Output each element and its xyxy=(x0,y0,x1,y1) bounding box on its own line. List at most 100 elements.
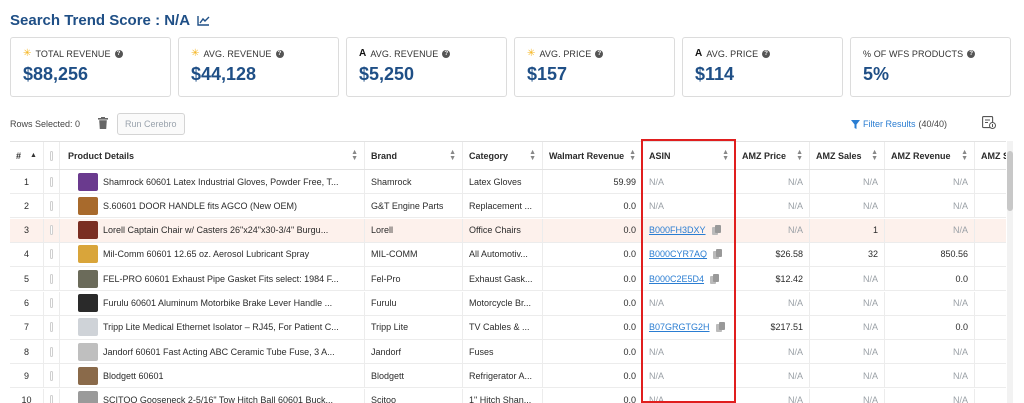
product-thumbnail[interactable] xyxy=(78,391,98,403)
row-checkbox[interactable] xyxy=(50,346,53,357)
product-name[interactable]: Jandorf 60601 Fast Acting ABC Ceramic Tu… xyxy=(103,347,335,357)
asin-link[interactable]: B000C2E5D4 xyxy=(649,274,704,284)
copy-icon[interactable] xyxy=(711,225,721,236)
product-details: Jandorf 60601 Fast Acting ABC Ceramic Tu… xyxy=(60,340,365,364)
col-header-amz-revenue[interactable]: AMZ Revenue ▲ ▼ xyxy=(885,142,975,169)
table-row[interactable]: 6 Furulu 60601 Aluminum Motorbike Brake L… xyxy=(10,291,1006,316)
col-header-amz-s[interactable]: AMZ S xyxy=(975,142,1006,169)
product-thumbnail[interactable] xyxy=(78,196,98,215)
table-row[interactable]: 1 Shamrock 60601 Latex Industrial Gloves,… xyxy=(10,170,1006,194)
row-checkbox[interactable] xyxy=(50,225,53,236)
col-label: AMZ Revenue xyxy=(891,150,951,161)
product-name[interactable]: Mil-Comm 60601 12.65 oz. Aerosol Lubrica… xyxy=(103,249,309,259)
walmart-revenue-cell-value: 0.0 xyxy=(623,346,636,357)
vertical-scrollbar[interactable] xyxy=(1007,141,1013,403)
col-header-amz-price[interactable]: AMZ Price ▲ ▼ xyxy=(736,142,810,169)
row-checkbox[interactable] xyxy=(50,370,53,381)
row-index-value: 2 xyxy=(23,200,29,211)
table-row[interactable]: 7 Tripp Lite Medical Ethernet Isolator – … xyxy=(10,315,1006,340)
line-chart-icon[interactable] xyxy=(197,15,210,26)
product-thumbnail[interactable] xyxy=(78,294,98,312)
row-checkbox[interactable] xyxy=(50,395,53,403)
product-thumbnail[interactable] xyxy=(78,366,98,385)
filter-results-button[interactable]: Filter Results (40/40) xyxy=(851,119,947,129)
col-header-index[interactable]: # ▲ xyxy=(10,142,44,169)
col-header-category[interactable]: Category ▲ ▼ xyxy=(463,142,543,169)
help-icon[interactable]: ? xyxy=(114,50,123,58)
row-checkbox[interactable] xyxy=(50,273,53,284)
card-avg-revenue-walmart: ✳ AVG. REVENUE? $44,128 xyxy=(178,37,339,97)
row-checkbox[interactable] xyxy=(50,249,53,260)
asin-value: N/A xyxy=(649,298,665,308)
product-thumbnail[interactable] xyxy=(78,221,98,240)
select-all-checkbox[interactable] xyxy=(50,150,53,161)
help-icon[interactable]: ? xyxy=(275,50,284,58)
amz-sales-cell: 32 xyxy=(810,242,885,266)
asin-cell: B000C2E5D4 xyxy=(643,267,736,291)
walmart-revenue-cell: 0.0 xyxy=(543,242,643,266)
row-checkbox[interactable] xyxy=(50,322,53,333)
product-thumbnail[interactable] xyxy=(78,245,98,264)
product-name[interactable]: Shamrock 60601 Latex Industrial Gloves, … xyxy=(103,177,338,187)
scrollbar-thumb[interactable] xyxy=(1007,151,1013,211)
row-checkbox[interactable] xyxy=(50,200,53,211)
table-row[interactable]: 8 Jandorf 60601 Fast Acting ABC Ceramic T… xyxy=(10,340,1006,365)
col-header-amz-sales[interactable]: AMZ Sales ▲ ▼ xyxy=(810,142,885,169)
col-header-walmart-revenue[interactable]: Walmart Revenue ▲ ▼ xyxy=(543,142,643,169)
row-checkbox-cell xyxy=(44,364,60,388)
product-name[interactable]: Lorell Captain Chair w/ Casters 26"x24"x… xyxy=(103,225,328,235)
copy-icon[interactable] xyxy=(715,322,725,333)
walmart-revenue-cell: 0.0 xyxy=(543,364,643,388)
amz-sales-cell: N/A xyxy=(810,194,885,218)
product-thumbnail[interactable] xyxy=(78,342,98,361)
help-icon[interactable]: ? xyxy=(967,50,976,58)
table-row[interactable]: 3 Lorell Captain Chair w/ Casters 26"x24"… xyxy=(10,218,1006,243)
product-thumbnail[interactable] xyxy=(78,318,98,337)
col-header-asin[interactable]: ASIN ▲ ▼ xyxy=(643,142,736,169)
amz-s-cell xyxy=(975,364,1006,387)
table-row[interactable]: 4 Mil-Comm 60601 12.65 oz. Aerosol Lubric… xyxy=(10,242,1006,267)
walmart-revenue-cell-value: 0.0 xyxy=(623,322,636,333)
asin-link[interactable]: B000FH3DXY xyxy=(649,225,706,235)
col-label: Product Details xyxy=(68,150,135,161)
product-name[interactable]: S.60601 DOOR HANDLE fits AGCO (New OEM) xyxy=(103,201,297,211)
amz-price-cell: N/A xyxy=(736,388,810,403)
amz-price-cell: N/A xyxy=(736,291,810,315)
col-header-product[interactable]: Product Details ▲ ▼ xyxy=(60,142,365,169)
copy-icon[interactable] xyxy=(710,273,720,284)
help-icon[interactable]: ? xyxy=(762,50,771,58)
table-row[interactable]: 9 Blodgett 60601 Blodgett Refrigerator A...… xyxy=(10,364,1006,389)
product-thumbnail[interactable] xyxy=(78,269,98,288)
trash-icon[interactable] xyxy=(98,117,108,129)
card-value: $5,250 xyxy=(359,64,415,84)
amz-s-cell xyxy=(975,292,1006,315)
table-row[interactable]: 10 SCITOO Gooseneck 2-5/16" Tow Hitch Bal… xyxy=(10,388,1006,403)
row-checkbox[interactable] xyxy=(50,298,53,308)
table-row[interactable]: 5 FEL-PRO 60601 Exhaust Pipe Gasket Fits … xyxy=(10,267,1006,292)
product-details: Mil-Comm 60601 12.65 oz. Aerosol Lubrica… xyxy=(60,242,365,266)
asin-link[interactable]: B07GRGTG2H xyxy=(649,322,710,332)
product-name[interactable]: Blodgett 60601 xyxy=(103,371,164,381)
run-cerebro-button[interactable]: Run Cerebro xyxy=(117,113,185,135)
product-name[interactable]: Furulu 60601 Aluminum Motorbike Brake Le… xyxy=(103,298,332,308)
sort-icon: ▲ ▼ xyxy=(449,148,456,162)
row-index: 1 xyxy=(10,170,44,193)
col-header-brand[interactable]: Brand ▲ ▼ xyxy=(365,142,463,169)
walmart-spark-icon: ✳ xyxy=(527,48,536,59)
help-icon[interactable]: ? xyxy=(595,50,604,58)
product-name[interactable]: FEL-PRO 60601 Exhaust Pipe Gasket Fits s… xyxy=(103,274,339,284)
table-row[interactable]: 2 S.60601 DOOR HANDLE fits AGCO (New OEM)… xyxy=(10,194,1006,219)
product-name[interactable]: Tripp Lite Medical Ethernet Isolator – R… xyxy=(103,322,339,332)
help-icon[interactable]: ? xyxy=(442,50,451,58)
product-name[interactable]: SCITOO Gooseneck 2-5/16" Tow Hitch Ball … xyxy=(103,395,333,403)
copy-icon[interactable] xyxy=(713,249,723,260)
amz-sales-cell-value: N/A xyxy=(862,298,878,308)
product-thumbnail[interactable] xyxy=(78,172,98,191)
card-value: $114 xyxy=(695,64,735,84)
export-icon[interactable] xyxy=(982,116,996,129)
category-cell-value: 1" Hitch Shan... xyxy=(469,395,532,403)
walmart-spark-icon: ✳ xyxy=(23,48,32,59)
walmart-revenue-cell-value: 0.0 xyxy=(623,298,636,308)
row-checkbox[interactable] xyxy=(50,176,53,187)
asin-link[interactable]: B000CYR7AQ xyxy=(649,249,707,259)
